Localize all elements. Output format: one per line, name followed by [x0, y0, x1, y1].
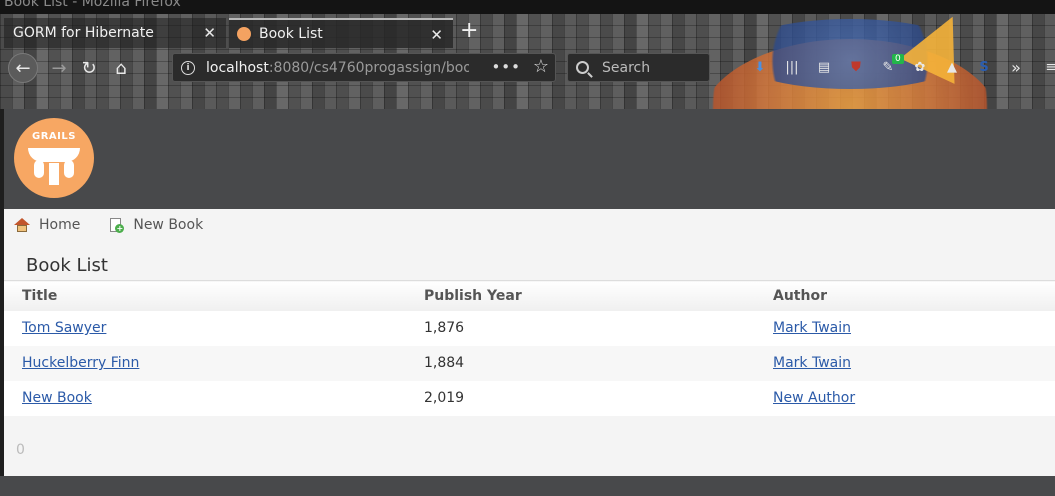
- book-title-link[interactable]: New Book: [22, 390, 92, 406]
- forward-arrow-icon: →: [51, 57, 67, 79]
- back-button[interactable]: ←: [8, 53, 38, 83]
- library-icon[interactable]: |||: [783, 58, 801, 76]
- back-arrow-icon: ←: [15, 57, 31, 79]
- nav-home-label: Home: [39, 217, 81, 233]
- column-header-author[interactable]: Author: [755, 280, 1055, 311]
- download-icon[interactable]: ⬇: [751, 58, 769, 76]
- url-bar[interactable]: i localhost :8080/cs4760progassign/book/…: [172, 53, 556, 82]
- column-header-title[interactable]: Title: [4, 280, 406, 311]
- search-input[interactable]: Search: [567, 53, 710, 82]
- bookmark-star-icon[interactable]: ☆: [533, 56, 549, 77]
- book-title-link[interactable]: Huckelberry Finn: [22, 355, 139, 371]
- nav-home-link[interactable]: Home: [14, 217, 80, 233]
- home-icon: [14, 218, 30, 232]
- extension-badge: 0: [892, 54, 904, 64]
- forward-button[interactable]: →: [44, 53, 74, 83]
- table-row: Huckelberry Finn 1,884 Mark Twain: [4, 345, 1055, 381]
- publish-year-cell: 1,876: [406, 310, 755, 346]
- reload-button[interactable]: ↻: [74, 53, 104, 83]
- publish-year-cell: 2,019: [406, 380, 755, 416]
- home-button[interactable]: ⌂: [106, 53, 136, 83]
- reload-icon: ↻: [81, 57, 97, 79]
- book-list-section: Book List Title Publish Year Author Tom …: [4, 241, 1055, 476]
- page-footer: [0, 476, 1055, 496]
- search-placeholder: Search: [602, 59, 651, 76]
- new-document-icon: +: [108, 218, 125, 233]
- grails-logo[interactable]: GRAILS: [14, 118, 94, 198]
- column-header-publish-year[interactable]: Publish Year: [406, 280, 755, 311]
- tab-label: Book List: [259, 26, 323, 42]
- search-icon: [576, 61, 589, 74]
- tab-book-list[interactable]: Book List ✕: [229, 18, 453, 48]
- s-extension-icon[interactable]: S: [975, 58, 993, 76]
- sidebar-icon[interactable]: ▤: [815, 58, 833, 76]
- page-title: Book List: [26, 255, 108, 276]
- web-page: GRAILS Home + New Book Book List Title P…: [4, 109, 1055, 476]
- home-icon: ⌂: [115, 57, 127, 79]
- overflow-menu-icon[interactable]: »: [1007, 58, 1025, 77]
- page-actions-icon[interactable]: •••: [491, 58, 521, 76]
- nav-new-book-link[interactable]: + New Book: [108, 217, 203, 233]
- publish-year-cell: 1,884: [406, 345, 755, 381]
- new-tab-button[interactable]: +: [460, 18, 478, 44]
- url-path: :8080/cs4760progassign/book/index: [268, 59, 469, 76]
- book-table: Title Publish Year Author Tom Sawyer 1,8…: [4, 280, 1055, 416]
- url-host: localhost: [206, 59, 269, 76]
- book-title-link[interactable]: Tom Sawyer: [22, 320, 106, 336]
- table-row: Tom Sawyer 1,876 Mark Twain: [4, 310, 1055, 346]
- author-link[interactable]: Mark Twain: [773, 355, 851, 371]
- close-tab-icon[interactable]: ✕: [203, 24, 216, 42]
- info-icon[interactable]: i: [181, 60, 195, 75]
- logo-text: GRAILS: [32, 131, 76, 142]
- page-nav: Home + New Book: [4, 209, 1055, 241]
- window-title: Book List - Mozilla Firefox: [4, 0, 181, 10]
- author-link[interactable]: Mark Twain: [773, 320, 851, 336]
- author-link[interactable]: New Author: [773, 390, 855, 406]
- grails-favicon-icon: [237, 27, 251, 41]
- pagination[interactable]: 0: [16, 442, 25, 458]
- ublock-icon[interactable]: ⛊: [847, 58, 865, 76]
- hamburger-menu-icon[interactable]: ≡: [1042, 58, 1055, 76]
- close-tab-icon[interactable]: ✕: [430, 26, 443, 44]
- tab-gorm-for-hibernate[interactable]: GORM for Hibernate ✕: [4, 18, 226, 48]
- tab-label: GORM for Hibernate: [13, 25, 154, 41]
- window-titlebar: Book List - Mozilla Firefox: [0, 0, 1055, 14]
- app-header: GRAILS: [4, 109, 1055, 209]
- table-row: New Book 2,019 New Author: [4, 380, 1055, 416]
- ghost-extension-icon[interactable]: ▲: [943, 58, 961, 76]
- puzzle-extension-icon[interactable]: ✿: [911, 58, 929, 76]
- nav-new-book-label: New Book: [133, 217, 204, 233]
